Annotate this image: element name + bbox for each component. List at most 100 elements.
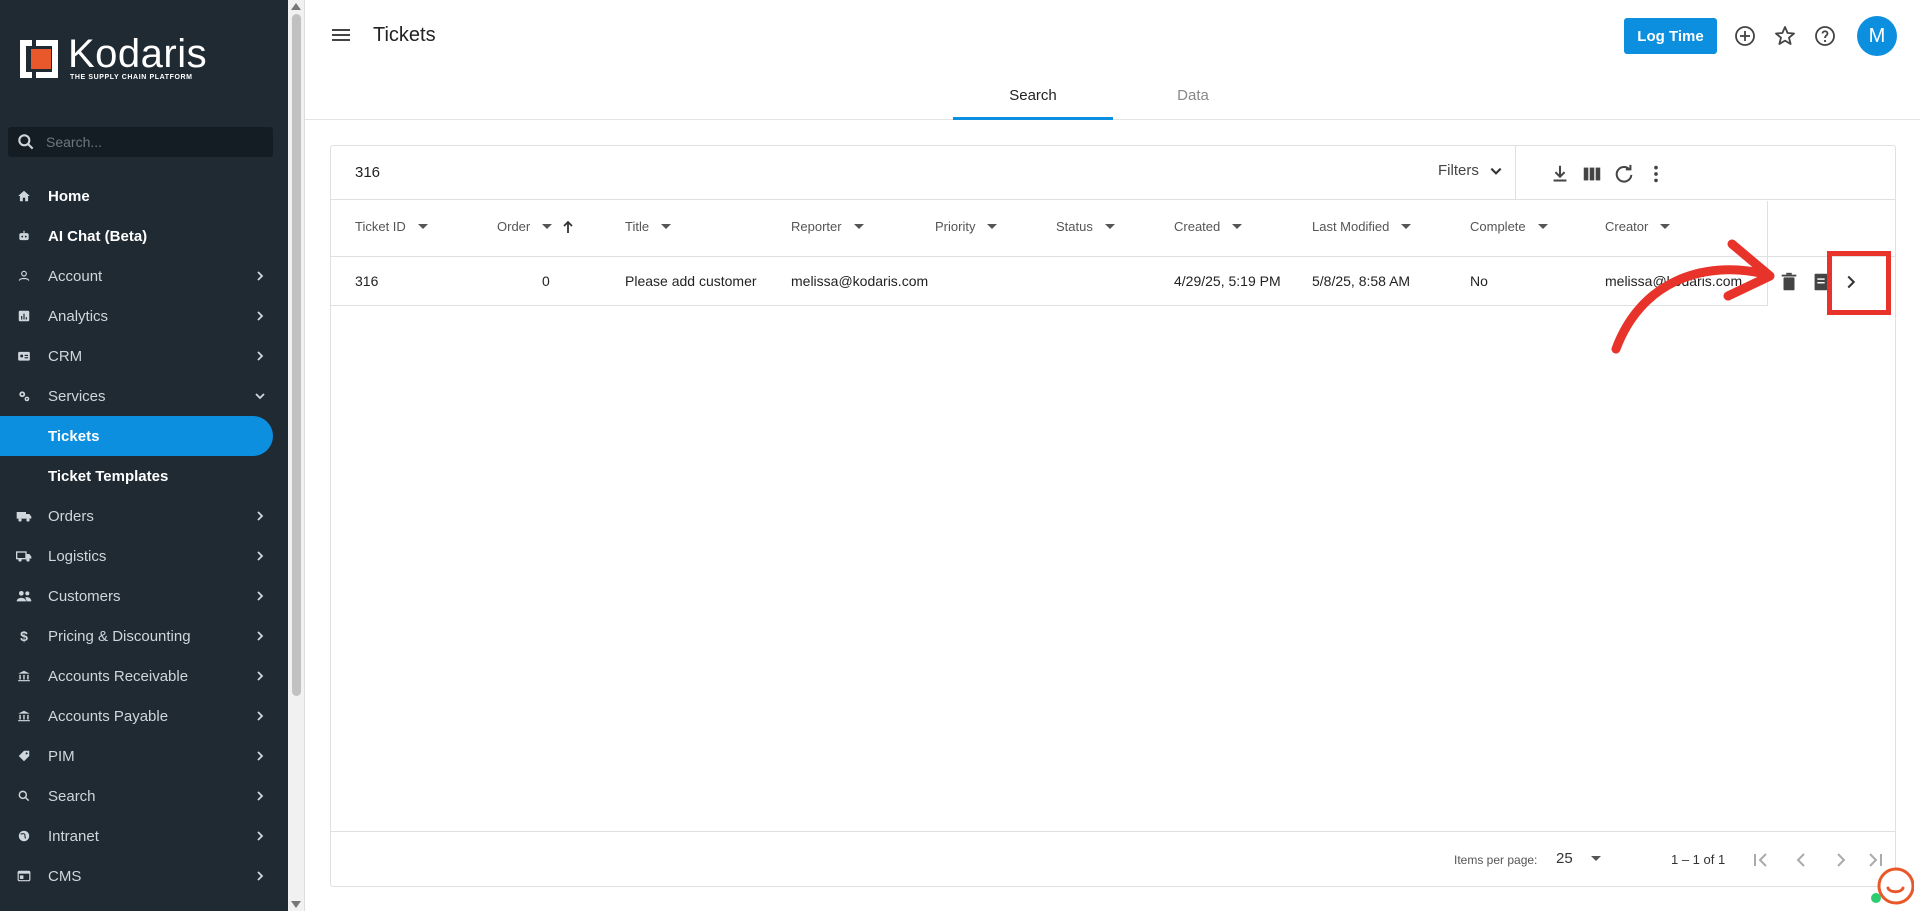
chevron-right-icon — [257, 591, 264, 601]
scroll-down-arrow-icon[interactable] — [291, 901, 301, 908]
cell-created: 4/29/25, 5:19 PM — [1174, 273, 1281, 289]
chevron-right-icon — [257, 671, 264, 681]
sidebar-item-cms[interactable]: CMS — [0, 856, 288, 896]
log-time-button[interactable]: Log Time — [1624, 18, 1717, 54]
column-header-label: Created — [1174, 219, 1221, 234]
scroll-up-arrow-icon[interactable] — [291, 3, 301, 10]
toolbar-divider — [1515, 146, 1516, 200]
tab-data[interactable]: Data — [1113, 72, 1273, 120]
sidebar-item-orders[interactable]: Orders — [0, 496, 288, 536]
filters-dropdown[interactable]: Filters — [1438, 162, 1503, 179]
chevron-right-icon — [257, 511, 264, 521]
sidebar-item-home[interactable]: Home — [0, 176, 288, 216]
sort-caret-icon — [1401, 224, 1412, 229]
previous-page-icon[interactable] — [1789, 848, 1813, 872]
column-header-priority[interactable]: Priority — [935, 219, 998, 234]
column-header-status[interactable]: Status — [1056, 219, 1115, 234]
sidebar-item-services[interactable]: Services — [0, 376, 288, 416]
sidebar-item-label: Intranet — [48, 827, 99, 845]
contact-card-icon — [16, 348, 32, 364]
more-vert-icon[interactable] — [1645, 163, 1667, 185]
sidebar-item-pricing-discounting[interactable]: $ Pricing & Discounting — [0, 616, 288, 656]
column-header-label: Creator — [1605, 219, 1649, 234]
tab-search[interactable]: Search — [953, 72, 1113, 120]
download-icon[interactable] — [1549, 163, 1571, 185]
chevron-right-icon — [257, 791, 264, 801]
columns-icon[interactable] — [1581, 163, 1603, 185]
cell-complete: No — [1470, 273, 1488, 289]
column-header-complete[interactable]: Complete — [1470, 219, 1548, 234]
cell-last-modified: 5/8/25, 8:58 AM — [1312, 273, 1411, 289]
sidebar-item-label: Home — [48, 187, 90, 205]
column-header-label: Priority — [935, 219, 976, 234]
cell-ticket-id: 316 — [355, 273, 379, 289]
globe-icon — [16, 828, 32, 844]
sidebar-item-label: Account — [48, 267, 103, 285]
top-bar: Tickets Log Time M — [305, 0, 1920, 72]
column-header-label: Status — [1056, 219, 1093, 234]
column-header-title[interactable]: Title — [625, 219, 672, 234]
sort-caret-icon — [1232, 224, 1243, 229]
dollar-icon: $ — [20, 628, 28, 644]
chevron-right-icon — [257, 751, 264, 761]
sidebar-item-analytics[interactable]: Analytics — [0, 296, 288, 336]
column-header-created[interactable]: Created — [1174, 219, 1243, 234]
hamburger-menu-icon[interactable] — [330, 26, 352, 44]
sidebar-item-logistics[interactable]: Logistics — [0, 536, 288, 576]
kodaris-logo[interactable]: Kodaris THE SUPPLY CHAIN PLATFORM — [18, 34, 207, 81]
paginator: Items per page: 25 1 – 1 of 1 — [331, 831, 1895, 887]
column-header-last-modified[interactable]: Last Modified — [1312, 219, 1412, 234]
next-page-icon[interactable] — [1829, 848, 1853, 872]
sidebar-item-customers[interactable]: Customers — [0, 576, 288, 616]
sidebar-item-label: Tickets — [48, 427, 100, 445]
chevron-down-icon — [1490, 167, 1502, 175]
items-per-page-value: 25 — [1556, 850, 1573, 867]
items-per-page-select[interactable]: 25 — [1556, 850, 1601, 867]
add-circle-icon[interactable] — [1733, 24, 1757, 48]
search-icon — [18, 134, 34, 150]
help-icon[interactable] — [1813, 24, 1837, 48]
sidebar-item-pim[interactable]: PIM — [0, 736, 288, 776]
sidebar-item-label: Accounts Payable — [48, 707, 169, 725]
sidebar-scrollbar[interactable] — [288, 0, 305, 911]
items-per-page-label: Items per page: — [1454, 853, 1538, 867]
star-icon[interactable] — [1773, 24, 1797, 48]
bank-icon — [16, 668, 32, 684]
sidebar-item-accounts-payable[interactable]: Accounts Payable — [0, 696, 288, 736]
sort-caret-icon — [661, 224, 672, 229]
sort-caret-icon — [853, 224, 864, 229]
sidebar-item-search[interactable]: Search — [0, 776, 288, 816]
column-header-reporter[interactable]: Reporter — [791, 219, 864, 234]
sort-caret-icon — [542, 224, 553, 229]
sidebar-item-ticket-templates[interactable]: Ticket Templates — [0, 456, 288, 496]
column-header-label: Reporter — [791, 219, 842, 234]
sidebar-item-label: Accounts Receivable — [48, 667, 189, 685]
sidebar-item-crm[interactable]: CRM — [0, 336, 288, 376]
sidebar-item-tickets[interactable]: Tickets — [0, 416, 273, 456]
column-header-label: Ticket ID — [355, 219, 406, 234]
user-avatar[interactable]: M — [1857, 16, 1897, 56]
column-header-ticket-id[interactable]: Ticket ID — [355, 219, 428, 234]
annotation-highlight-box — [1827, 251, 1891, 315]
column-header-order[interactable]: Order — [497, 219, 574, 234]
delete-icon[interactable] — [1778, 271, 1800, 293]
scrollbar-thumb[interactable] — [292, 14, 301, 696]
tab-bar: Search Data — [305, 72, 1920, 120]
chevron-right-icon — [257, 631, 264, 641]
chevron-right-icon — [257, 871, 264, 881]
people-icon — [16, 588, 32, 604]
sidebar-search-input[interactable] — [44, 133, 244, 151]
sidebar-item-ai-chat[interactable]: AI Chat (Beta) — [0, 216, 288, 256]
sidebar-item-intranet[interactable]: Intranet — [0, 816, 288, 856]
sidebar-nav: Home AI Chat (Beta) Account Analytics CR… — [0, 176, 288, 896]
first-page-icon[interactable] — [1749, 848, 1773, 872]
refresh-icon[interactable] — [1613, 163, 1635, 185]
sort-caret-icon — [417, 224, 428, 229]
analytics-icon — [16, 308, 32, 324]
sidebar-item-label: Analytics — [48, 307, 109, 325]
sidebar-item-accounts-receivable[interactable]: Accounts Receivable — [0, 656, 288, 696]
column-header-creator[interactable]: Creator — [1605, 219, 1671, 234]
sidebar-item-account[interactable]: Account — [0, 256, 288, 296]
web-icon — [16, 868, 32, 884]
chat-support-icon[interactable] — [1870, 862, 1914, 906]
